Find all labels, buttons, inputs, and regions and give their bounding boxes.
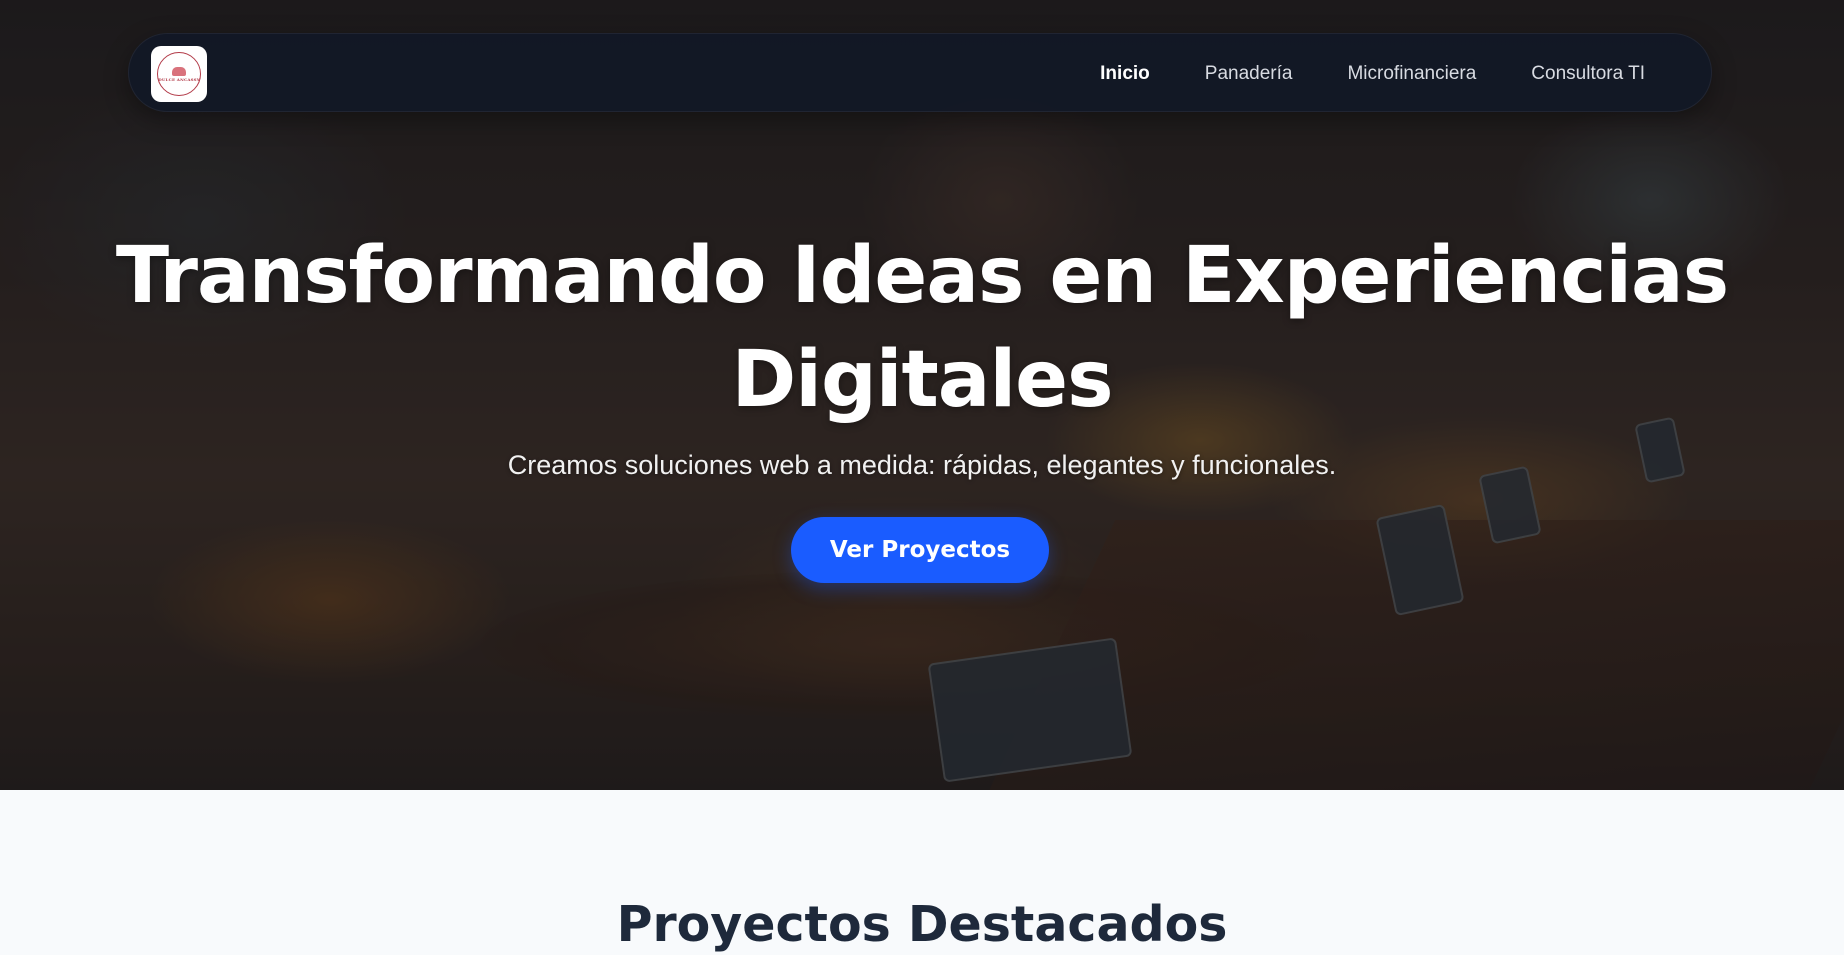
hero-title: Transformando Ideas en Experiencias Digi… [0, 224, 1844, 432]
brand-logo[interactable]: DULCE ANCASSY [151, 46, 207, 102]
bakery-seal-logo-icon: DULCE ANCASSY [157, 52, 201, 96]
nav-link-panaderia[interactable]: Panadería [1205, 63, 1293, 85]
projects-title: Proyectos Destacados [616, 896, 1228, 953]
nav-link-microfinanciera[interactable]: Microfinanciera [1347, 63, 1476, 85]
view-projects-button[interactable]: Ver Proyectos [791, 517, 1049, 583]
pastry-icon [172, 66, 186, 76]
nav-links: Inicio Panadería Microfinanciera Consult… [1100, 34, 1645, 113]
hero-title-line2: Digitales [731, 335, 1113, 425]
nav-link-inicio[interactable]: Inicio [1100, 63, 1150, 85]
projects-section: Proyectos Destacados [0, 790, 1844, 953]
top-navbar: DULCE ANCASSY Inicio Panadería Microfina… [128, 33, 1712, 112]
hero-section: DULCE ANCASSY Inicio Panadería Microfina… [0, 0, 1844, 790]
hero-subtitle: Creamos soluciones web a medida: rápidas… [507, 450, 1337, 480]
logo-text: DULCE ANCASSY [158, 76, 200, 82]
nav-link-consultora-ti[interactable]: Consultora TI [1531, 63, 1645, 85]
hero-title-line1: Transformando Ideas en Experiencias [115, 231, 1729, 321]
